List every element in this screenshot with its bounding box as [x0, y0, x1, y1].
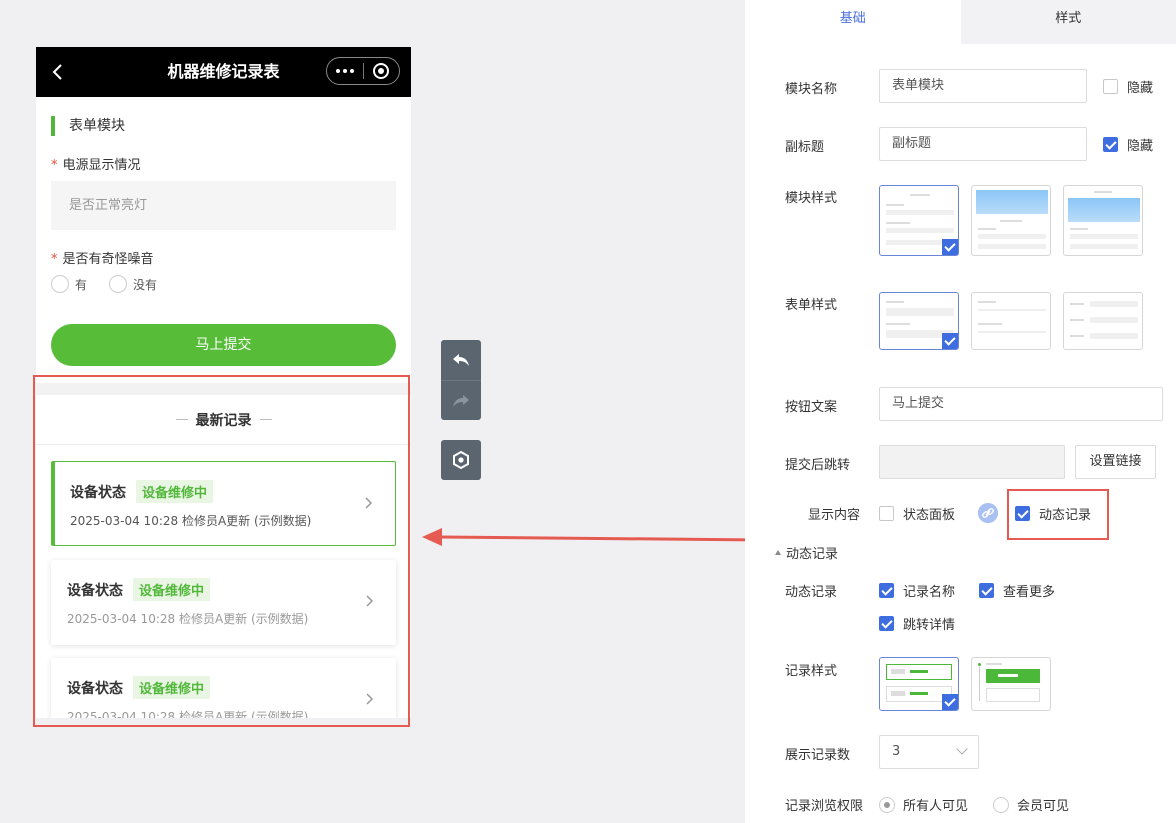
subtitle-label: 副标题 — [785, 140, 825, 155]
more-icon[interactable] — [327, 69, 363, 73]
redo-icon — [453, 394, 469, 407]
undo-icon — [453, 354, 469, 366]
record-count-label: 展示记录数 — [785, 748, 851, 763]
mini-program-capsule — [326, 57, 400, 85]
radio-yes[interactable]: 有 — [51, 275, 87, 293]
phone-header: 机器维修记录表 — [36, 47, 411, 97]
form-style-option-1[interactable] — [879, 292, 959, 350]
button-text-input[interactable]: 马上提交 — [879, 387, 1163, 421]
history-toolbar — [441, 340, 481, 420]
module-style-option-2[interactable] — [971, 185, 1051, 256]
module-style-option-3[interactable] — [1063, 185, 1143, 256]
dynamic-records-label: 动态记录 — [785, 585, 838, 600]
module-name-label: 模块名称 — [785, 82, 838, 97]
radio-everyone[interactable]: 所有人可见 — [879, 795, 968, 814]
required-mark: * — [51, 158, 58, 173]
tab-basic[interactable]: 基础 — [745, 0, 961, 44]
link-icon[interactable] — [978, 503, 998, 523]
dynamic-records-section-toggle[interactable]: 动态记录 — [775, 543, 838, 562]
record-style-option-2[interactable] — [971, 657, 1051, 711]
collapse-triangle-icon — [775, 550, 781, 555]
form-style-option-3[interactable] — [1063, 292, 1143, 350]
button-text-label: 按钮文案 — [785, 400, 838, 415]
module-style-label: 模块样式 — [785, 191, 838, 206]
settings-button[interactable] — [441, 440, 481, 480]
highlight-box-records — [33, 375, 410, 727]
display-content-label: 显示内容 — [808, 508, 861, 523]
record-style-option-1[interactable] — [879, 657, 959, 711]
module-style-option-1[interactable] — [879, 185, 959, 256]
highlight-box-dynamic-records — [1007, 489, 1109, 540]
module-name-hide-checkbox[interactable]: 隐藏 — [1103, 77, 1153, 96]
permission-label: 记录浏览权限 — [785, 799, 864, 814]
module-name-input[interactable]: 表单模块 — [879, 69, 1087, 103]
radio-no[interactable]: 没有 — [109, 275, 157, 293]
settings-panel: 基础 样式 模块名称 表单模块 隐藏 副标题 副标题 隐藏 模块样式 表单样式 — [745, 0, 1176, 823]
record-count-select[interactable]: 3 — [879, 735, 979, 769]
chevron-down-icon — [956, 743, 968, 755]
form-style-option-2[interactable] — [971, 292, 1051, 350]
subtitle-input[interactable]: 副标题 — [879, 127, 1087, 161]
form-module-title: 表单模块 — [51, 116, 125, 136]
subtitle-hide-checkbox[interactable]: 隐藏 — [1103, 135, 1153, 154]
undo-button[interactable] — [441, 340, 481, 380]
power-status-input[interactable]: 是否正常亮灯 — [51, 181, 396, 230]
close-target-icon[interactable] — [363, 63, 399, 79]
form-style-label: 表单样式 — [785, 298, 838, 313]
redo-button[interactable] — [441, 380, 481, 420]
status-panel-checkbox[interactable]: 状态面板 — [879, 504, 955, 523]
set-link-button[interactable]: 设置链接 — [1075, 445, 1156, 479]
jump-detail-checkbox[interactable]: 跳转详情 — [879, 614, 955, 633]
required-mark: * — [51, 252, 58, 267]
redirect-label: 提交后跳转 — [785, 458, 851, 473]
view-more-checkbox[interactable]: 查看更多 — [979, 581, 1055, 600]
question-noise-label: * 是否有奇怪噪音 — [51, 252, 154, 267]
record-name-checkbox[interactable]: 记录名称 — [879, 581, 955, 600]
panel-tabs: 基础 样式 — [745, 0, 1176, 44]
radio-members[interactable]: 会员可见 — [993, 795, 1069, 814]
redirect-link-input — [879, 445, 1065, 479]
submit-button[interactable]: 马上提交 — [51, 324, 396, 366]
hexagon-settings-icon — [453, 450, 469, 470]
tab-style[interactable]: 样式 — [960, 0, 1176, 44]
question-power-label: * 电源显示情况 — [51, 158, 141, 173]
record-style-label: 记录样式 — [785, 664, 838, 679]
noise-radio-group: 有 没有 — [51, 275, 179, 293]
